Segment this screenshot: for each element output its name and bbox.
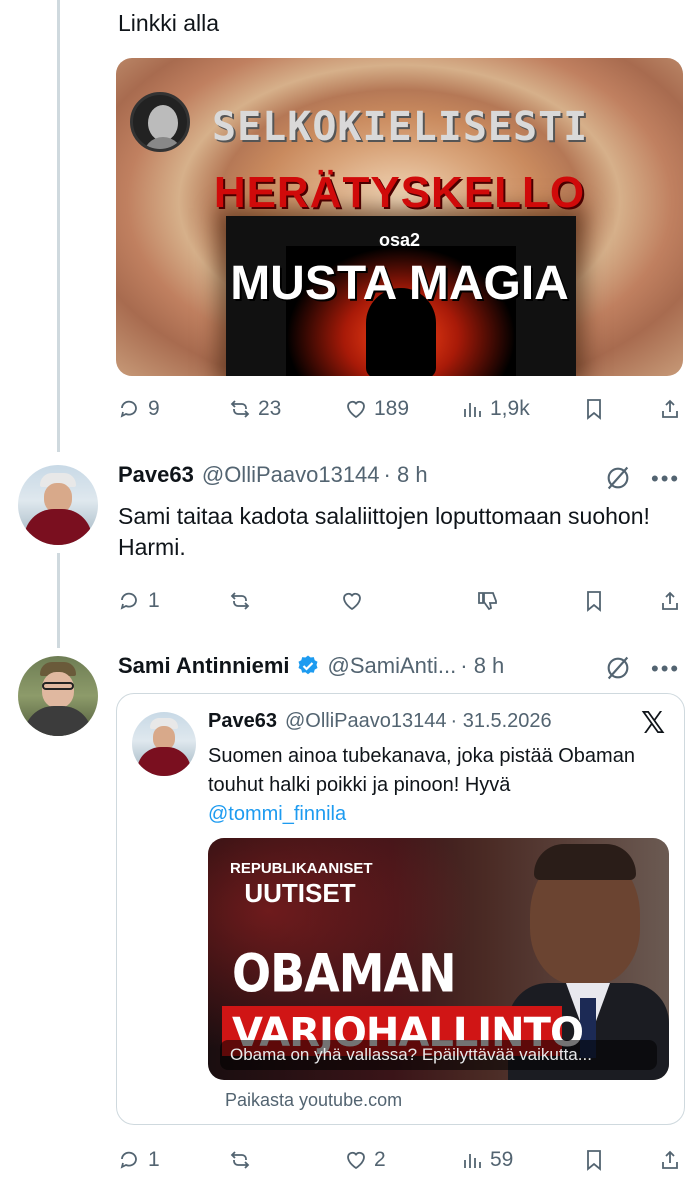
grok-button[interactable] — [604, 464, 632, 497]
quoted-handle: @OlliPaavo13144 — [284, 710, 447, 732]
grok-icon — [607, 466, 629, 490]
quoted-avatar — [132, 712, 196, 776]
user-handle[interactable]: @OlliPaavo13144 — [202, 462, 380, 488]
bookmark-icon — [587, 399, 601, 420]
quoted-post-card[interactable]: Pave63 @OlliPaavo13144 · 31.5.2026 𝕏 Suo… — [116, 693, 685, 1125]
part-label: osa2 — [378, 230, 421, 250]
channel-tag-line2: UUTISET — [244, 878, 356, 908]
video-thumbnail[interactable]: SELKOKIELISESTI HERÄTYSKELLO osa2 MUSTA … — [116, 58, 683, 376]
video-caption: Obama on yhä vallassa? Epäilyttävää vaik… — [230, 1045, 592, 1064]
video-thumbnail[interactable]: REPUBLIKAANISET UUTISET OBAMAN VARJOHALL… — [208, 838, 669, 1080]
bookmark-button[interactable] — [582, 397, 606, 421]
link-source[interactable]: Paikasta youtube.com — [225, 1090, 402, 1111]
views-icon — [464, 403, 481, 417]
display-name[interactable]: Sami Antinniemi — [118, 653, 290, 679]
post-actions: 1 — [118, 584, 686, 618]
quoted-date: · 31.5.2026 — [450, 710, 552, 732]
views-icon — [464, 1154, 481, 1168]
quoted-body: Suomen ainoa tubekanava, joka pistää Oba… — [208, 745, 635, 796]
grok-icon — [607, 656, 629, 680]
post-actions: 9 23 189 1,9k — [118, 392, 686, 426]
share-button[interactable] — [658, 397, 682, 421]
video-caption-bar: Obama on yhä vallassa? Epäilyttävää vaik… — [220, 1040, 657, 1070]
x-logo-icon: 𝕏 — [641, 707, 666, 740]
like-button[interactable] — [340, 589, 364, 613]
avatar[interactable] — [18, 656, 98, 736]
views-button[interactable]: 1,9k — [460, 397, 530, 421]
avatar[interactable] — [18, 465, 98, 545]
quoted-display-name: Pave63 — [208, 710, 277, 732]
reply-count: 9 — [148, 397, 160, 420]
user-handle[interactable]: @SamiAnti... — [328, 653, 457, 679]
title-red: HERÄTYSKELLO — [213, 168, 586, 217]
heart-icon — [347, 400, 365, 419]
like-count: 189 — [374, 397, 410, 420]
dislike-button[interactable] — [476, 589, 500, 613]
channel-tag-line1: REPUBLIKAANISET — [230, 860, 373, 877]
like-button[interactable]: 189 — [344, 397, 409, 421]
repost-icon — [230, 1151, 250, 1169]
bookmark-button[interactable] — [582, 1148, 606, 1172]
mention-link[interactable]: @tommi_finnila — [208, 800, 668, 829]
reply-icon — [120, 1151, 137, 1169]
post-header: Sami Antinniemi @SamiAnti... · 8 h — [118, 653, 504, 679]
share-button[interactable] — [658, 589, 682, 613]
post-text: Sami taitaa kadota salaliittojen loputto… — [118, 503, 650, 560]
title-white: MUSTA MAGIA — [230, 257, 569, 310]
thumbs-down-icon — [478, 592, 497, 611]
post-text: Linkki alla — [118, 10, 219, 36]
repost-button[interactable] — [228, 1148, 252, 1172]
thread-line-mid — [57, 553, 60, 648]
repost-icon — [230, 400, 250, 418]
bookmark-button[interactable] — [582, 589, 606, 613]
views-count: 59 — [490, 1148, 514, 1171]
reply-icon — [120, 592, 137, 610]
post-actions: 1 2 59 — [118, 1143, 686, 1177]
channel-title: SELKOKIELISESTI — [212, 104, 589, 150]
grok-button[interactable] — [604, 654, 632, 687]
bookmark-icon — [587, 1150, 601, 1171]
reply-count: 1 — [148, 589, 160, 612]
reply-button[interactable]: 9 — [118, 397, 160, 421]
channel-avatar — [130, 92, 190, 152]
verified-badge-icon — [298, 655, 318, 675]
post-time[interactable]: · 8 h — [460, 653, 504, 679]
repost-button[interactable] — [228, 589, 252, 613]
like-button[interactable]: 2 — [344, 1148, 386, 1172]
bookmark-icon — [587, 591, 601, 612]
like-count: 2 — [374, 1148, 386, 1171]
reply-count: 1 — [148, 1148, 160, 1171]
more-button[interactable]: ••• — [651, 466, 680, 492]
repost-icon — [230, 592, 250, 610]
reply-icon — [120, 400, 137, 418]
share-icon — [662, 399, 678, 418]
reply-button[interactable]: 1 — [118, 589, 160, 613]
quoted-header: Pave63 @OlliPaavo13144 · 31.5.2026 — [208, 710, 552, 733]
repost-button[interactable]: 23 — [228, 397, 281, 421]
views-count: 1,9k — [490, 397, 530, 420]
display-name[interactable]: Pave63 — [118, 462, 194, 488]
thread-line-top — [57, 0, 60, 452]
more-icon: ••• — [651, 656, 681, 681]
post-header: Pave63 @OlliPaavo13144 · 8 h — [118, 462, 428, 488]
reply-button[interactable]: 1 — [118, 1148, 160, 1172]
headline-line1: OBAMAN — [232, 942, 457, 1005]
more-icon: ••• — [651, 466, 681, 491]
post-time[interactable]: · 8 h — [384, 462, 428, 488]
share-button[interactable] — [658, 1148, 682, 1172]
heart-icon — [347, 1151, 365, 1170]
heart-icon — [343, 592, 361, 611]
views-button[interactable]: 59 — [460, 1148, 513, 1172]
share-icon — [662, 591, 678, 610]
quoted-text: Suomen ainoa tubekanava, joka pistää Oba… — [208, 742, 668, 829]
share-icon — [662, 1150, 678, 1169]
repost-count: 23 — [258, 397, 282, 420]
more-button[interactable]: ••• — [651, 656, 680, 682]
